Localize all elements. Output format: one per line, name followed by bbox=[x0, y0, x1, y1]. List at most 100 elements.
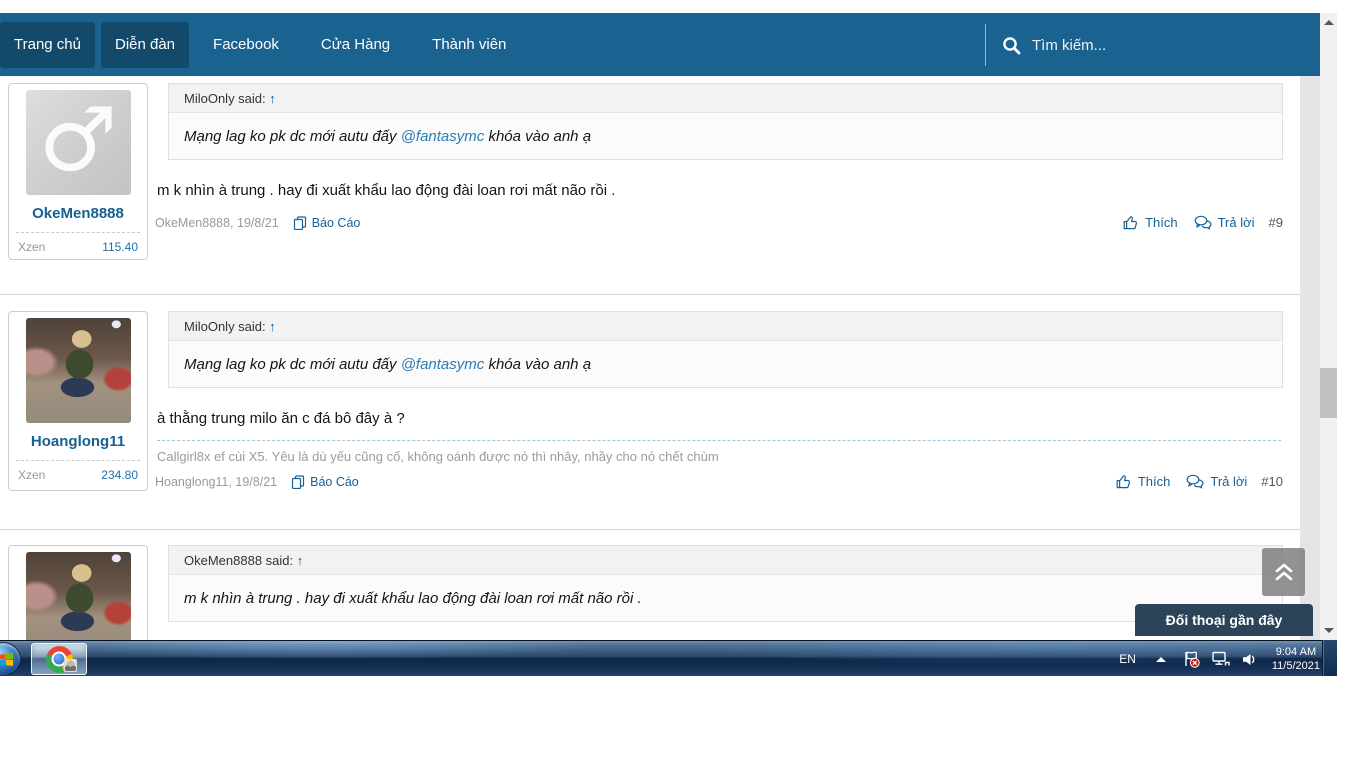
action-center-flag-icon[interactable] bbox=[1182, 650, 1201, 668]
post-body-text: à thằng trung milo ăn c đá bô đây à ? bbox=[157, 410, 1281, 427]
quote-block: OkeMen8888 said: ↑ m k nhìn à trung . ha… bbox=[168, 545, 1283, 622]
quote-text: m k nhìn à trung . hay đi xuất khẩu lao … bbox=[184, 590, 642, 607]
volume-icon[interactable] bbox=[1241, 651, 1258, 668]
main-navbar: Trang chủ Diễn đàn Facebook Cửa Hàng Thà… bbox=[0, 13, 1320, 76]
username-link[interactable]: Hoanglong11 bbox=[16, 433, 140, 450]
reply-bubbles-icon bbox=[1186, 474, 1204, 489]
report-button[interactable]: Báo Cáo bbox=[293, 216, 361, 230]
post-meta[interactable]: OkeMen8888, 19/8/21 bbox=[155, 216, 279, 230]
user-signature: Callgirl8x ef cùi X5. Yêu là dù yếu cũng… bbox=[157, 440, 1281, 464]
quote-author: MiloOnly said: bbox=[184, 319, 266, 334]
quote-jump-arrow[interactable]: ↑ bbox=[269, 91, 276, 106]
user-stats: Xzen 234.80 bbox=[16, 460, 140, 482]
browser-scrollbar[interactable] bbox=[1320, 13, 1337, 640]
quote-header[interactable]: OkeMen8888 said: ↑ bbox=[169, 546, 1282, 575]
scrollbar-thumb[interactable] bbox=[1320, 368, 1337, 418]
quote-header[interactable]: MiloOnly said: ↑ bbox=[169, 84, 1282, 113]
reply-button[interactable]: Trả lời bbox=[1194, 215, 1255, 230]
quote-body: Mạng lag ko pk dc mới autu đấy @fantasym… bbox=[169, 113, 1282, 159]
post-number-link[interactable]: #9 bbox=[1269, 215, 1283, 230]
post-actions: Thích Trả lời #9 bbox=[1107, 215, 1283, 230]
scroll-to-top-button[interactable] bbox=[1262, 548, 1305, 596]
quote-block: MiloOnly said: ↑ Mạng lag ko pk dc mới a… bbox=[168, 311, 1283, 388]
like-button[interactable]: Thích bbox=[1123, 215, 1178, 230]
report-label: Báo Cáo bbox=[310, 475, 359, 489]
windows-logo-icon bbox=[0, 653, 13, 666]
reply-label: Trả lời bbox=[1218, 215, 1255, 230]
report-button[interactable]: Báo Cáo bbox=[291, 475, 359, 489]
like-label: Thích bbox=[1138, 474, 1171, 489]
mention-link[interactable]: @fantasymc bbox=[401, 128, 485, 145]
chrome-taskbar-button[interactable] bbox=[31, 643, 87, 675]
recent-conversations-bar[interactable]: Đối thoại gần đây bbox=[1135, 604, 1313, 636]
scrollbar-down-arrow-icon[interactable] bbox=[1324, 628, 1334, 633]
nav-tab-members[interactable]: Thành viên bbox=[414, 22, 524, 68]
username-link[interactable]: OkeMen8888 bbox=[16, 205, 140, 222]
avatar[interactable] bbox=[26, 318, 131, 423]
post-message: MiloOnly said: ↑ Mạng lag ko pk dc mới a… bbox=[155, 311, 1283, 489]
post-author-card bbox=[8, 545, 148, 640]
clock-date: 11/5/2021 bbox=[1272, 659, 1320, 673]
like-label: Thích bbox=[1145, 215, 1178, 230]
avatar[interactable]: ♂ bbox=[26, 90, 131, 195]
quote-jump-arrow[interactable]: ↑ bbox=[269, 319, 276, 334]
screen: Trang chủ Diễn đàn Facebook Cửa Hàng Thà… bbox=[0, 0, 1337, 676]
thumbs-up-icon bbox=[1116, 474, 1132, 489]
scrollbar-up-arrow-icon[interactable] bbox=[1324, 20, 1334, 25]
post-message: OkeMen8888 said: ↑ m k nhìn à trung . ha… bbox=[155, 545, 1283, 622]
search-icon bbox=[1002, 36, 1021, 55]
post-9: ♂ OkeMen8888 Xzen 115.40 MiloOnly said: … bbox=[0, 76, 1300, 295]
double-chevron-up-icon bbox=[1272, 561, 1296, 583]
quote-jump-arrow[interactable]: ↑ bbox=[297, 553, 304, 568]
show-hidden-icons-button[interactable] bbox=[1156, 657, 1166, 662]
stat-value: 234.80 bbox=[101, 468, 138, 482]
like-button[interactable]: Thích bbox=[1116, 474, 1171, 489]
quote-body: m k nhìn à trung . hay đi xuất khẩu lao … bbox=[169, 575, 1282, 621]
post-meta[interactable]: Hoanglong11, 19/8/21 bbox=[155, 475, 277, 489]
chrome-profile-avatar bbox=[64, 659, 77, 672]
quote-author: OkeMen8888 said: bbox=[184, 553, 293, 568]
post-author-card: Hoanglong11 Xzen 234.80 bbox=[8, 311, 148, 491]
system-tray: EN 9:04 AM 11/5/2021 bbox=[1110, 641, 1320, 676]
thread-content: ♂ OkeMen8888 Xzen 115.40 MiloOnly said: … bbox=[0, 76, 1300, 640]
windows-taskbar: EN 9:04 AM 11/5/2021 bbox=[0, 640, 1337, 676]
windows-start-button[interactable] bbox=[0, 642, 21, 676]
post-number-link[interactable]: #10 bbox=[1261, 474, 1283, 489]
nav-tab-shop[interactable]: Cửa Hàng bbox=[303, 22, 408, 68]
nav-tab-forum[interactable]: Diễn đàn bbox=[101, 22, 189, 68]
post-body-text: m k nhìn à trung . hay đi xuất khẩu lao … bbox=[157, 182, 1281, 199]
post-10: Hoanglong11 Xzen 234.80 MiloOnly said: ↑… bbox=[0, 295, 1300, 530]
post-footer: OkeMen8888, 19/8/21 Báo Cáo Thích Trả lờ… bbox=[155, 215, 1283, 230]
avatar[interactable] bbox=[26, 552, 131, 640]
quote-text-2: khóa vào anh ạ bbox=[484, 356, 591, 373]
quote-text: Mạng lag ko pk dc mới autu đấy bbox=[184, 128, 401, 145]
quote-text: Mạng lag ko pk dc mới autu đấy bbox=[184, 356, 401, 373]
quote-block: MiloOnly said: ↑ Mạng lag ko pk dc mới a… bbox=[168, 83, 1283, 160]
search-input[interactable] bbox=[1032, 37, 1252, 54]
quote-body: Mạng lag ko pk dc mới autu đấy @fantasym… bbox=[169, 341, 1282, 387]
taskbar-clock[interactable]: 9:04 AM 11/5/2021 bbox=[1272, 645, 1320, 673]
quote-author: MiloOnly said: bbox=[184, 91, 266, 106]
thumbs-up-icon bbox=[1123, 215, 1139, 230]
post-footer: Hoanglong11, 19/8/21 Báo Cáo Thích Trả l… bbox=[155, 474, 1283, 489]
reply-label: Trả lời bbox=[1210, 474, 1247, 489]
show-desktop-button[interactable] bbox=[1322, 640, 1337, 676]
post-author-card: ♂ OkeMen8888 Xzen 115.40 bbox=[8, 83, 148, 260]
quote-header[interactable]: MiloOnly said: ↑ bbox=[169, 312, 1282, 341]
network-icon[interactable] bbox=[1211, 650, 1231, 668]
report-pages-icon bbox=[293, 216, 307, 230]
reply-button[interactable]: Trả lời bbox=[1186, 474, 1247, 489]
language-indicator[interactable]: EN bbox=[1110, 652, 1145, 666]
quote-text-2: khóa vào anh ạ bbox=[484, 128, 591, 145]
clock-time: 9:04 AM bbox=[1272, 645, 1320, 659]
stat-value: 115.40 bbox=[102, 240, 138, 254]
mention-link[interactable]: @fantasymc bbox=[401, 356, 485, 373]
search-box bbox=[985, 24, 1320, 66]
report-pages-icon bbox=[291, 475, 305, 489]
nav-tabs: Trang chủ Diễn đàn Facebook Cửa Hàng Thà… bbox=[0, 22, 530, 68]
stat-label: Xzen bbox=[18, 468, 45, 482]
nav-tab-facebook[interactable]: Facebook bbox=[195, 22, 297, 68]
nav-tab-home[interactable]: Trang chủ bbox=[0, 22, 95, 68]
report-label: Báo Cáo bbox=[312, 216, 361, 230]
stat-label: Xzen bbox=[18, 240, 45, 254]
